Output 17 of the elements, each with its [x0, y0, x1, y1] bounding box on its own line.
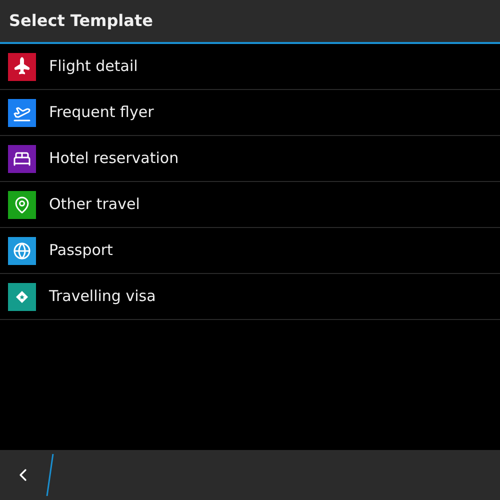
item-label: Passport: [49, 240, 113, 262]
item-label: Flight detail: [49, 56, 138, 78]
globe-icon: [13, 242, 31, 260]
item-label: Frequent flyer: [49, 102, 154, 124]
bed-icon: [13, 150, 31, 168]
template-item[interactable]: Other travel: [0, 182, 500, 228]
template-item[interactable]: Flight detail: [0, 44, 500, 90]
window-title: Select Template: [9, 10, 153, 32]
template-item[interactable]: Travelling visa: [0, 274, 500, 320]
template-item[interactable]: Hotel reservation: [0, 136, 500, 182]
item-label: Travelling visa: [49, 286, 156, 308]
separator-line: [46, 454, 54, 496]
item-label: Hotel reservation: [49, 148, 179, 170]
map-pin-icon: [13, 196, 31, 214]
template-item[interactable]: Passport: [0, 228, 500, 274]
item-label: Other travel: [49, 194, 140, 216]
template-item[interactable]: Frequent flyer: [0, 90, 500, 136]
